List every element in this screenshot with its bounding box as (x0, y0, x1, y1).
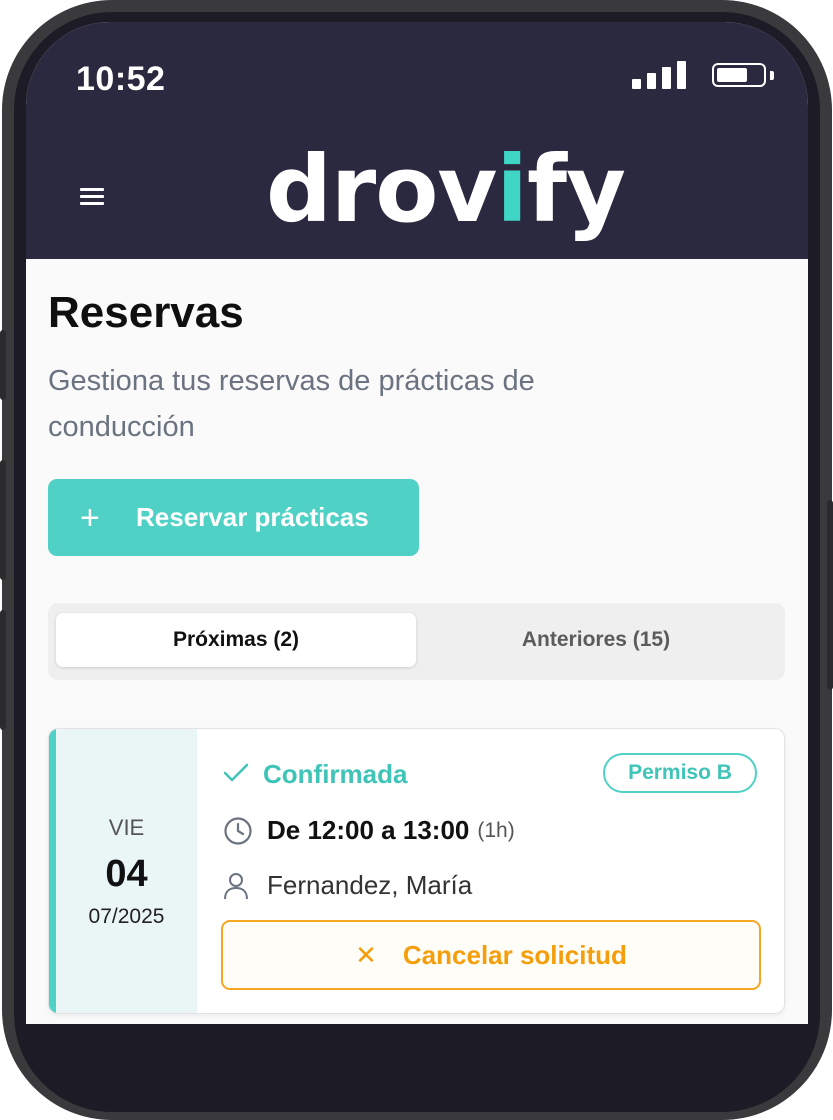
booking-instructor: Fernandez, María (223, 870, 472, 901)
booking-day: 04 (105, 853, 148, 895)
booking-weekday: VIE (108, 815, 145, 840)
booking-duration: (1h) (477, 818, 515, 842)
plus-icon: + (80, 498, 100, 537)
cancel-request-label: Cancelar solicitud (402, 939, 627, 970)
booking-date: VIE 04 07/2025 (49, 729, 197, 1013)
license-badge: Permiso B (603, 753, 757, 793)
reserve-practices-label: Reservar prácticas (136, 502, 369, 532)
app-header: 10:52 drovify (26, 22, 808, 259)
page-title: Reservas (48, 288, 244, 337)
battery-tip-icon (770, 71, 774, 80)
signal-icon (632, 61, 688, 89)
booking-status: Confirmada (223, 759, 407, 790)
battery-icon (712, 63, 766, 87)
app-screen: 10:52 drovify Reservas Gestiona tus rese… (26, 22, 808, 1024)
booking-time-range: De 12:00 a 13:00 (267, 815, 470, 845)
booking-instructor-name: Fernandez, María (267, 870, 473, 900)
tab-upcoming[interactable]: Próximas (2) (56, 613, 416, 667)
booking-time: De 12:00 a 13:00 (1h) (223, 815, 515, 846)
cancel-request-button[interactable]: ✕ Cancelar solicitud (221, 920, 761, 990)
booking-month-year: 07/2025 (88, 905, 165, 928)
status-time: 10:52 (76, 60, 166, 98)
volume-button (0, 330, 6, 400)
booking-status-label: Confirmada (263, 759, 408, 789)
page-subtitle: Gestiona tus reservas de prácticas de co… (48, 365, 535, 443)
drovify-logo: drovify (266, 136, 626, 243)
booking-card[interactable]: VIE 04 07/2025 Confirmada Permiso B De 1… (48, 728, 785, 1014)
volume-button (0, 460, 6, 580)
volume-button (0, 610, 6, 730)
clock-icon (223, 816, 267, 846)
tab-past[interactable]: Anteriores (15) (416, 613, 776, 667)
close-icon: ✕ (355, 939, 377, 970)
hamburger-icon[interactable] (80, 188, 104, 206)
bookings-tabs: Próximas (2) Anteriores (15) (48, 603, 785, 680)
reserve-practices-button[interactable]: + Reservar prácticas (48, 479, 419, 556)
power-button (827, 500, 833, 690)
user-icon (223, 871, 267, 901)
check-icon (223, 759, 263, 790)
